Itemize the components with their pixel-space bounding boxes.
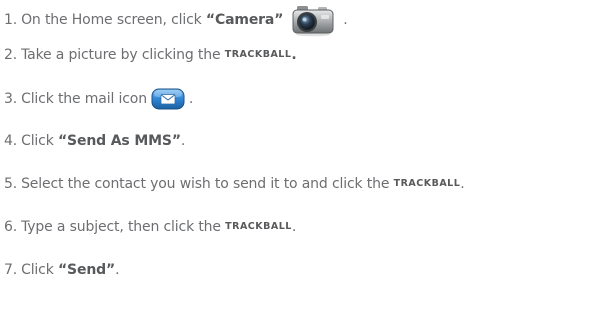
step-punct: .	[291, 219, 297, 235]
step-punct: .	[291, 47, 297, 63]
step-punct: .	[180, 133, 186, 149]
step-text: Click	[21, 262, 58, 278]
step-5: 5. Select the contact you wish to send i…	[4, 174, 465, 194]
step-4: 4. Click “Send As MMS” .	[4, 131, 185, 151]
step-7: 7. Click “Send” .	[4, 260, 120, 280]
step-punct: .	[343, 12, 348, 28]
step-number: 3.	[4, 91, 18, 107]
step-1: 1. On the Home screen, click “Camera” .	[4, 3, 348, 37]
step-text: Click the mail icon	[21, 91, 147, 107]
step-bold-term: “Send”	[57, 262, 116, 278]
step-punct: .	[115, 262, 120, 278]
step-text: Select the contact you wish to send it t…	[21, 176, 394, 192]
step-number: 7.	[4, 262, 18, 278]
step-text: Click	[21, 133, 58, 149]
trackball-term: TRACKBALL	[393, 178, 461, 189]
step-number: 4.	[4, 133, 18, 149]
step-2: 2. Take a picture by clicking the TRACKB…	[4, 45, 297, 65]
trackball-term: TRACKBALL	[225, 221, 292, 232]
step-punct: .	[460, 176, 465, 192]
step-6: 6. Type a subject, then click the TRACKB…	[4, 217, 296, 237]
step-punct: .	[188, 91, 194, 107]
step-bold-term: “Camera”	[205, 12, 284, 28]
step-text: On the Home screen, click	[21, 12, 206, 28]
mail-icon	[151, 88, 185, 110]
step-text: Type a subject, then click the	[21, 219, 226, 235]
step-number: 6.	[4, 219, 18, 235]
camera-icon	[291, 3, 335, 37]
step-number: 5.	[4, 176, 18, 192]
step-number: 2.	[4, 47, 18, 63]
step-number: 1.	[4, 12, 18, 28]
step-3: 3. Click the mail icon .	[4, 88, 193, 110]
step-bold-term: “Send As MMS”	[57, 133, 181, 149]
step-text: Take a picture by clicking the	[21, 47, 225, 63]
trackball-term: TRACKBALL	[224, 49, 292, 60]
